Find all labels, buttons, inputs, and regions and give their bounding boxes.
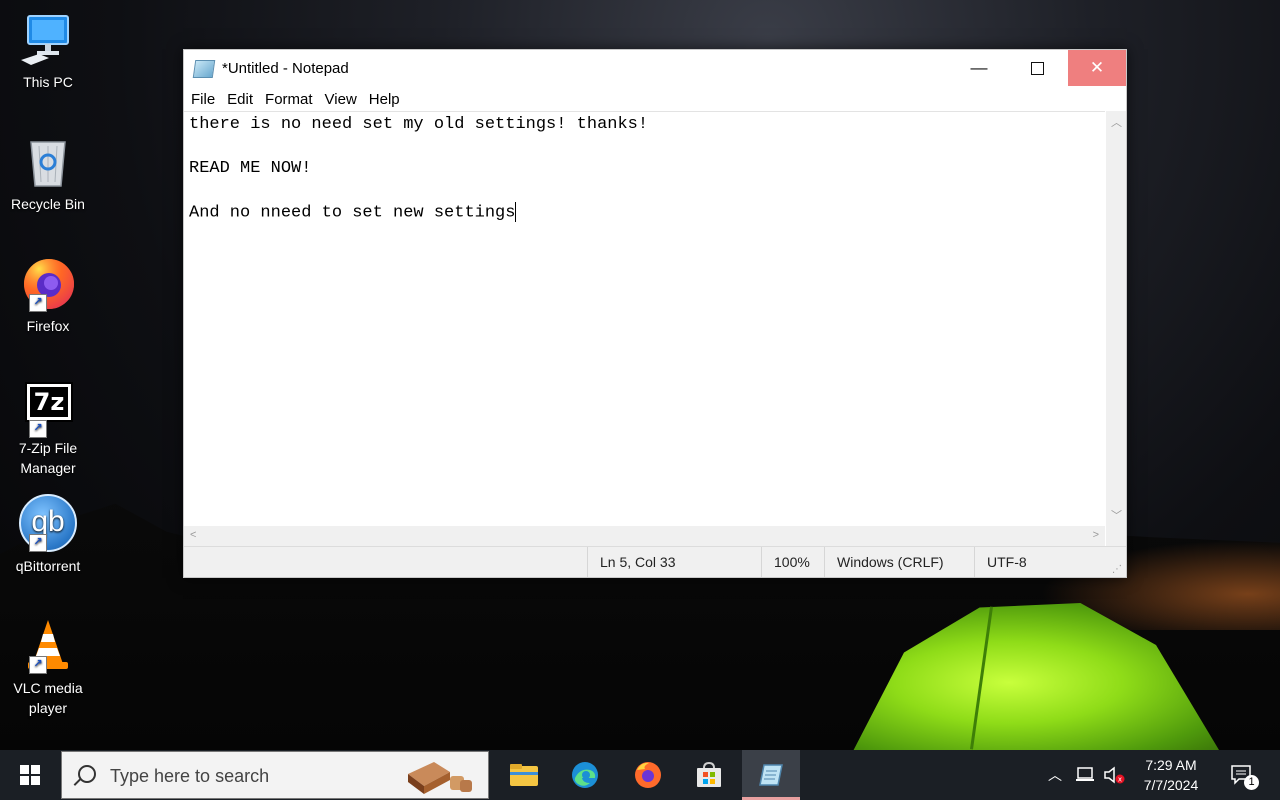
menu-view[interactable]: View <box>324 91 364 108</box>
title-bar[interactable]: *Untitled - Notepad — ✕ <box>184 50 1126 87</box>
status-bar: Ln 5, Col 33 100% Windows (CRLF) UTF-8 ⋰ <box>184 546 1126 577</box>
firefox-icon: ↗ <box>19 254 77 312</box>
computer-icon <box>19 10 77 68</box>
qbittorrent-logo-text: qb <box>19 494 77 552</box>
scroll-right-icon[interactable]: > <box>1093 529 1099 541</box>
editor-content[interactable]: there is no need set my old settings! th… <box>184 112 1105 226</box>
notepad-window[interactable]: *Untitled - Notepad — ✕ File Edit Format… <box>183 49 1127 578</box>
maximize-icon <box>1030 61 1044 75</box>
maximize-button[interactable] <box>1008 50 1066 86</box>
scrollbar-corner <box>1106 526 1126 546</box>
status-cursor-position: Ln 5, Col 33 <box>587 547 760 577</box>
qbittorrent-icon: qb ↗ <box>19 494 77 552</box>
show-hidden-icons-button[interactable]: ︿ <box>1042 750 1068 800</box>
desktop-icon-label: Recycle Bin <box>11 196 85 212</box>
7zip-icon: 7z ↗ <box>19 380 77 438</box>
clock-date: 7/7/2024 <box>1143 777 1199 793</box>
shortcut-arrow-icon: ↗ <box>29 420 47 438</box>
scroll-up-icon[interactable]: ︿ <box>1111 114 1122 130</box>
desktop-icon-firefox[interactable]: ↗ Firefox <box>6 254 90 336</box>
notepad-icon <box>192 59 216 78</box>
desktop-icon-7zip[interactable]: 7z ↗ 7-Zip File Manager <box>6 380 90 478</box>
edge-icon <box>572 762 598 788</box>
desktop-icon-label: Firefox <box>26 318 70 334</box>
desktop-icon-vlc[interactable]: ↗ VLC media player <box>6 616 90 718</box>
minimize-button[interactable]: — <box>950 50 1008 86</box>
taskbar-edge[interactable] <box>556 750 614 800</box>
horizontal-scrollbar[interactable]: < > <box>184 526 1105 546</box>
recycle-bin-icon <box>19 132 77 190</box>
vlc-cone-icon: ↗ <box>19 616 77 674</box>
svg-text:x: x <box>1118 776 1122 784</box>
chevron-up-icon: ︿ <box>1048 767 1062 783</box>
store-icon <box>697 761 721 787</box>
taskbar-notepad[interactable] <box>742 750 800 800</box>
menu-file[interactable]: File <box>190 91 222 108</box>
text-caret <box>515 202 517 222</box>
network-icon <box>1076 767 1094 781</box>
clock[interactable]: 7:29 AM 7/7/2024 <box>1126 755 1216 795</box>
desktop-icon-label: VLC media player <box>13 680 83 716</box>
desktop-icon-label: This PC <box>23 74 73 90</box>
window-title: *Untitled - Notepad <box>222 60 349 77</box>
close-icon: ✕ <box>1089 58 1105 77</box>
volume-button[interactable]: x <box>1100 750 1128 800</box>
search-box[interactable]: Type here to search <box>61 751 489 799</box>
shortcut-arrow-icon: ↗ <box>29 534 47 552</box>
status-line-ending: Windows (CRLF) <box>824 547 972 577</box>
windows-logo-icon <box>20 765 40 785</box>
notification-count-badge: 1 <box>1244 775 1259 790</box>
clock-time: 7:29 AM <box>1145 757 1197 773</box>
firefox-icon <box>635 762 661 788</box>
volume-muted-icon: x <box>1104 766 1125 784</box>
file-explorer-icon <box>510 764 538 786</box>
close-button[interactable]: ✕ <box>1068 50 1126 86</box>
taskbar: Type here to search ︿ x 7:29 AM 7/7/2024… <box>0 750 1280 800</box>
taskbar-firefox[interactable] <box>619 750 677 800</box>
vertical-scrollbar[interactable]: ︿ ﹀ <box>1106 111 1126 526</box>
desktop-icon-recycle-bin[interactable]: Recycle Bin <box>6 132 90 214</box>
taskbar-file-explorer[interactable] <box>495 750 553 800</box>
search-placeholder: Type here to search <box>110 766 270 786</box>
shortcut-arrow-icon: ↗ <box>29 656 47 674</box>
menu-bar: File Edit Format View Help <box>184 87 1126 111</box>
start-button[interactable] <box>0 750 60 800</box>
network-button[interactable] <box>1072 750 1098 800</box>
cake-illustration-icon <box>408 762 472 794</box>
taskbar-store[interactable] <box>680 750 738 800</box>
minimize-icon: — <box>970 58 988 77</box>
text-editor[interactable]: there is no need set my old settings! th… <box>184 111 1105 527</box>
menu-format[interactable]: Format <box>264 91 320 108</box>
notepad-icon <box>759 764 783 786</box>
notification-center-button[interactable]: 1 <box>1222 750 1262 800</box>
desktop-icon-label: qBittorrent <box>15 558 81 574</box>
text-line: there is no need set my old settings! th… <box>189 115 649 134</box>
scroll-down-icon[interactable]: ﹀ <box>1111 507 1122 523</box>
desktop-icon-this-pc[interactable]: This PC <box>6 10 90 92</box>
text-line: ​ <box>189 180 1100 202</box>
text-line: ​ <box>189 136 1100 158</box>
desktop-icon-label: 7-Zip File Manager <box>18 440 78 476</box>
resize-grip-icon[interactable]: ⋰ <box>1112 564 1122 575</box>
shortcut-arrow-icon: ↗ <box>29 294 47 312</box>
status-encoding: UTF-8 <box>974 547 1107 577</box>
7zip-logo-text: 7z <box>30 387 68 417</box>
search-icon <box>78 765 96 783</box>
text-line: READ ME NOW! <box>189 159 312 178</box>
text-line: And no nneed to set new settings <box>189 202 517 223</box>
scroll-left-icon[interactable]: < <box>190 529 196 541</box>
status-zoom: 100% <box>761 547 824 577</box>
desktop-icon-qbittorrent[interactable]: qb ↗ qBittorrent <box>6 494 90 576</box>
menu-help[interactable]: Help <box>368 91 407 108</box>
menu-edit[interactable]: Edit <box>226 91 260 108</box>
